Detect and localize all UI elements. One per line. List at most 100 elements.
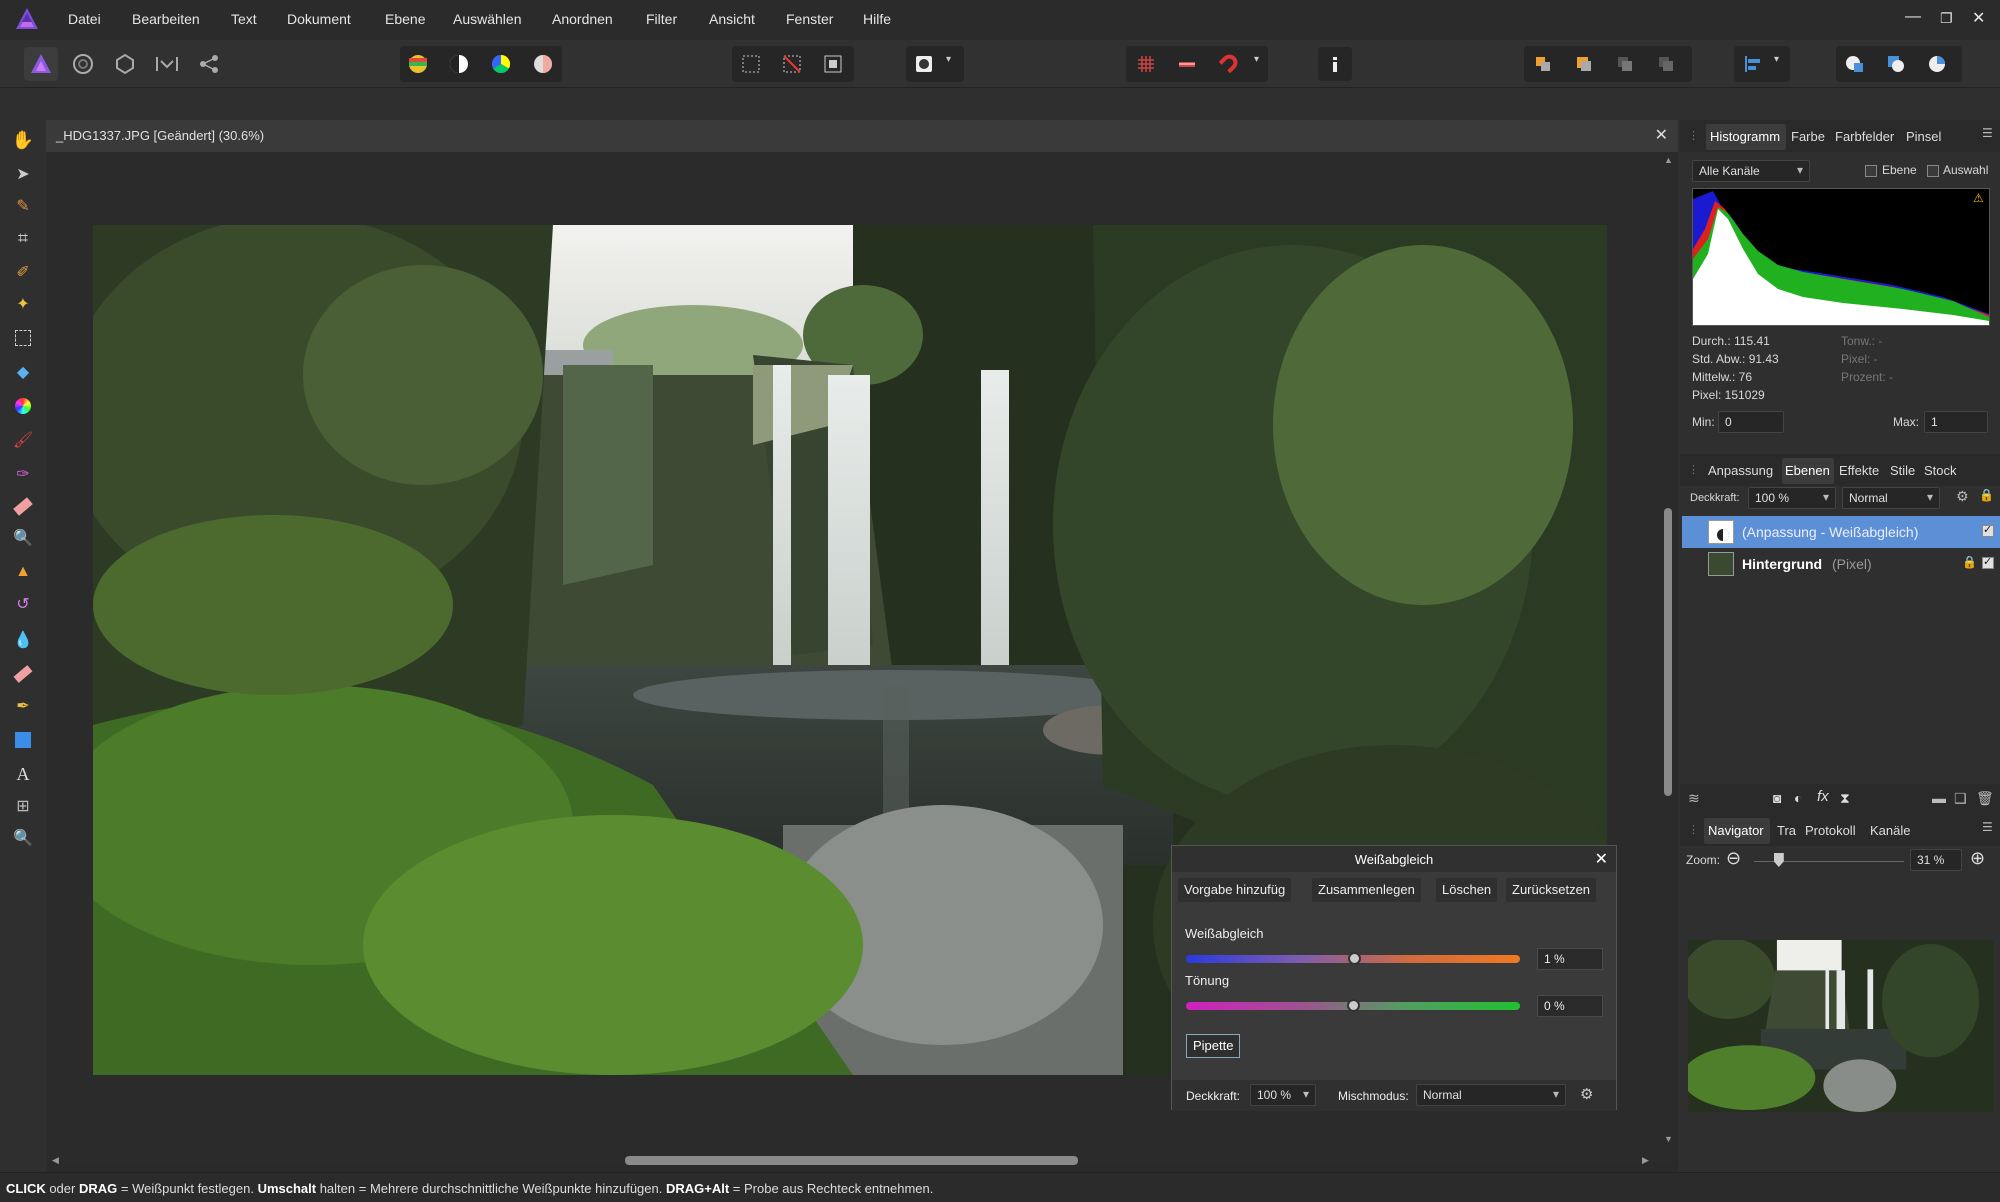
menu-ebene[interactable]: Ebene [385, 11, 425, 27]
blur-brush-tool[interactable]: 💧 [11, 628, 35, 652]
zoom-in-icon[interactable]: ⊕ [1970, 848, 1985, 869]
add-shape-button[interactable] [1838, 47, 1872, 81]
menu-datei[interactable]: Datei [68, 11, 101, 27]
move-to-back-button[interactable] [1526, 47, 1560, 81]
levels-button[interactable] [401, 47, 435, 81]
tab-histogram[interactable]: Histogramm [1710, 129, 1780, 144]
tab-pinsel[interactable]: Pinsel [1906, 129, 1941, 144]
layer-blend-dropdown[interactable]: Normal [1842, 487, 1940, 509]
move-tool[interactable]: ➤ [11, 162, 35, 186]
document-tab[interactable]: _HDG1337.JPG [Geändert] (30.6%) ✕ [46, 120, 1678, 152]
scroll-down-icon[interactable]: ▼ [1664, 1134, 1673, 1144]
menu-bearbeiten[interactable]: Bearbeiten [132, 11, 200, 27]
zoom-field[interactable]: 31 % [1910, 849, 1962, 871]
close-document-icon[interactable]: ✕ [1655, 125, 1668, 145]
mesh-warp-tool[interactable]: ⊞ [11, 794, 35, 818]
deselect-button[interactable] [775, 47, 809, 81]
add-preset-button[interactable]: Vorgabe hinzufüg [1178, 878, 1292, 902]
tab-kanaele[interactable]: Kanäle [1870, 823, 1910, 838]
navigator-preview[interactable] [1688, 940, 1994, 1112]
gear-icon[interactable]: ⚙ [1580, 1085, 1593, 1103]
color-picker-tool[interactable]: ✎ [11, 194, 35, 218]
healing-brush-tool[interactable] [11, 662, 35, 686]
lock-icon[interactable]: 🔒 [1979, 488, 1994, 502]
develop-persona-button[interactable] [108, 47, 142, 81]
erase-brush-tool[interactable] [11, 494, 35, 518]
photo-persona-button[interactable] [24, 47, 58, 81]
reset-button[interactable]: Zurücksetzen [1506, 878, 1597, 902]
layer-visibility-checkbox[interactable] [1982, 555, 1994, 569]
contrast-button[interactable] [442, 47, 476, 81]
dialog-titlebar[interactable]: Weißabgleich ✕ [1172, 846, 1616, 872]
panel-menu-icon[interactable]: ☰ [1982, 820, 1993, 834]
panel-grip-icon[interactable]: ⋮ [1688, 129, 1699, 142]
panel-grip-icon[interactable]: ⋮ [1688, 823, 1699, 836]
crop-tool[interactable]: ⌗ [11, 226, 35, 250]
intersect-shape-button[interactable] [1920, 47, 1954, 81]
flood-select-tool[interactable]: ✦ [11, 292, 35, 316]
chevron-down-icon[interactable]: ▾ [946, 54, 951, 65]
selection-checkbox[interactable] [1927, 165, 1939, 177]
snapping-button[interactable] [1211, 47, 1245, 81]
delete-button[interactable]: Löschen [1436, 878, 1498, 902]
tint-field[interactable]: 0 % [1537, 995, 1603, 1017]
context-help-button[interactable] [1318, 47, 1352, 81]
dodge-tool[interactable]: 🔍 [11, 526, 35, 550]
menu-hilfe[interactable]: Hilfe [863, 11, 891, 27]
move-to-front-button[interactable] [1649, 47, 1683, 81]
paint-brush-tool[interactable]: 🖌 [11, 428, 35, 452]
adjustment-layer-icon[interactable]: ◐ [1794, 790, 1802, 806]
layer-visibility-checkbox[interactable] [1982, 523, 1994, 537]
zoom-tool[interactable]: 🔍 [11, 826, 35, 850]
liquify-persona-button[interactable] [66, 47, 100, 81]
tab-transform[interactable]: Tra [1777, 823, 1796, 838]
layer-row-background[interactable]: Hintergrund (Pixel) 🔒 [1682, 548, 2000, 580]
export-persona-button[interactable] [192, 47, 226, 81]
layer-row-adjustment[interactable]: (Anpassung - Weißabgleich) [1682, 516, 2000, 548]
lock-icon[interactable]: 🔒 [1962, 555, 1977, 569]
color-replacement-tool[interactable]: ✑ [11, 462, 35, 486]
opacity-dropdown[interactable]: 100 % [1250, 1084, 1316, 1106]
clone-tool[interactable]: ▲ [11, 560, 35, 584]
tab-anpassung[interactable]: Anpassung [1708, 463, 1773, 478]
tint-slider-knob[interactable] [1346, 999, 1360, 1012]
panel-grip-icon[interactable]: ⋮ [1688, 463, 1699, 476]
menu-auswaehlen[interactable]: Auswählen [453, 11, 522, 27]
tab-ebenen[interactable]: Ebenen [1785, 463, 1830, 478]
hand-tool[interactable]: ✋ [11, 128, 35, 152]
align-button[interactable] [1736, 47, 1770, 81]
chevron-down-icon[interactable]: ▾ [1774, 54, 1779, 65]
quick-mask-button[interactable] [907, 47, 941, 81]
scroll-left-icon[interactable]: ◀ [52, 1155, 59, 1166]
channel-dropdown[interactable]: Alle Kanäle [1692, 160, 1810, 182]
grid-button[interactable] [1129, 47, 1163, 81]
menu-filter[interactable]: Filter [646, 11, 677, 27]
close-window-icon[interactable]: ✕ [1972, 8, 1985, 28]
trash-icon[interactable]: 🗑 [1976, 790, 1994, 807]
horizontal-scrollbar-thumb[interactable] [625, 1156, 1078, 1165]
min-field[interactable]: 0 [1718, 411, 1784, 433]
rectangle-tool[interactable] [11, 728, 35, 752]
move-back-one-button[interactable] [1567, 47, 1601, 81]
menu-fenster[interactable]: Fenster [786, 11, 833, 27]
mask-icon[interactable]: ◙ [1773, 790, 1781, 806]
gradient-tool[interactable] [11, 394, 35, 418]
tab-navigator[interactable]: Navigator [1708, 823, 1764, 838]
white-balance-field[interactable]: 1 % [1537, 948, 1603, 970]
color-balance-button[interactable] [484, 47, 518, 81]
add-layer-icon[interactable]: ❑ [1954, 790, 1967, 807]
layers-stack-icon[interactable]: ≋ [1688, 790, 1700, 807]
tab-protokoll[interactable]: Protokoll [1805, 823, 1856, 838]
layer-opacity-dropdown[interactable]: 100 % [1748, 487, 1836, 509]
white-balance-slider-knob[interactable] [1348, 952, 1362, 965]
artistic-text-tool[interactable]: A [11, 762, 35, 786]
menu-text[interactable]: Text [231, 11, 257, 27]
tab-farbe[interactable]: Farbe [1791, 129, 1825, 144]
invert-selection-button[interactable] [816, 47, 850, 81]
minimize-icon[interactable]: — [1905, 8, 1921, 26]
tab-stile[interactable]: Stile [1890, 463, 1915, 478]
tone-mapping-persona-button[interactable] [150, 47, 184, 81]
layer-checkbox[interactable] [1865, 165, 1877, 177]
guides-button[interactable] [1170, 47, 1204, 81]
maximize-icon[interactable]: ❐ [1940, 10, 1953, 27]
